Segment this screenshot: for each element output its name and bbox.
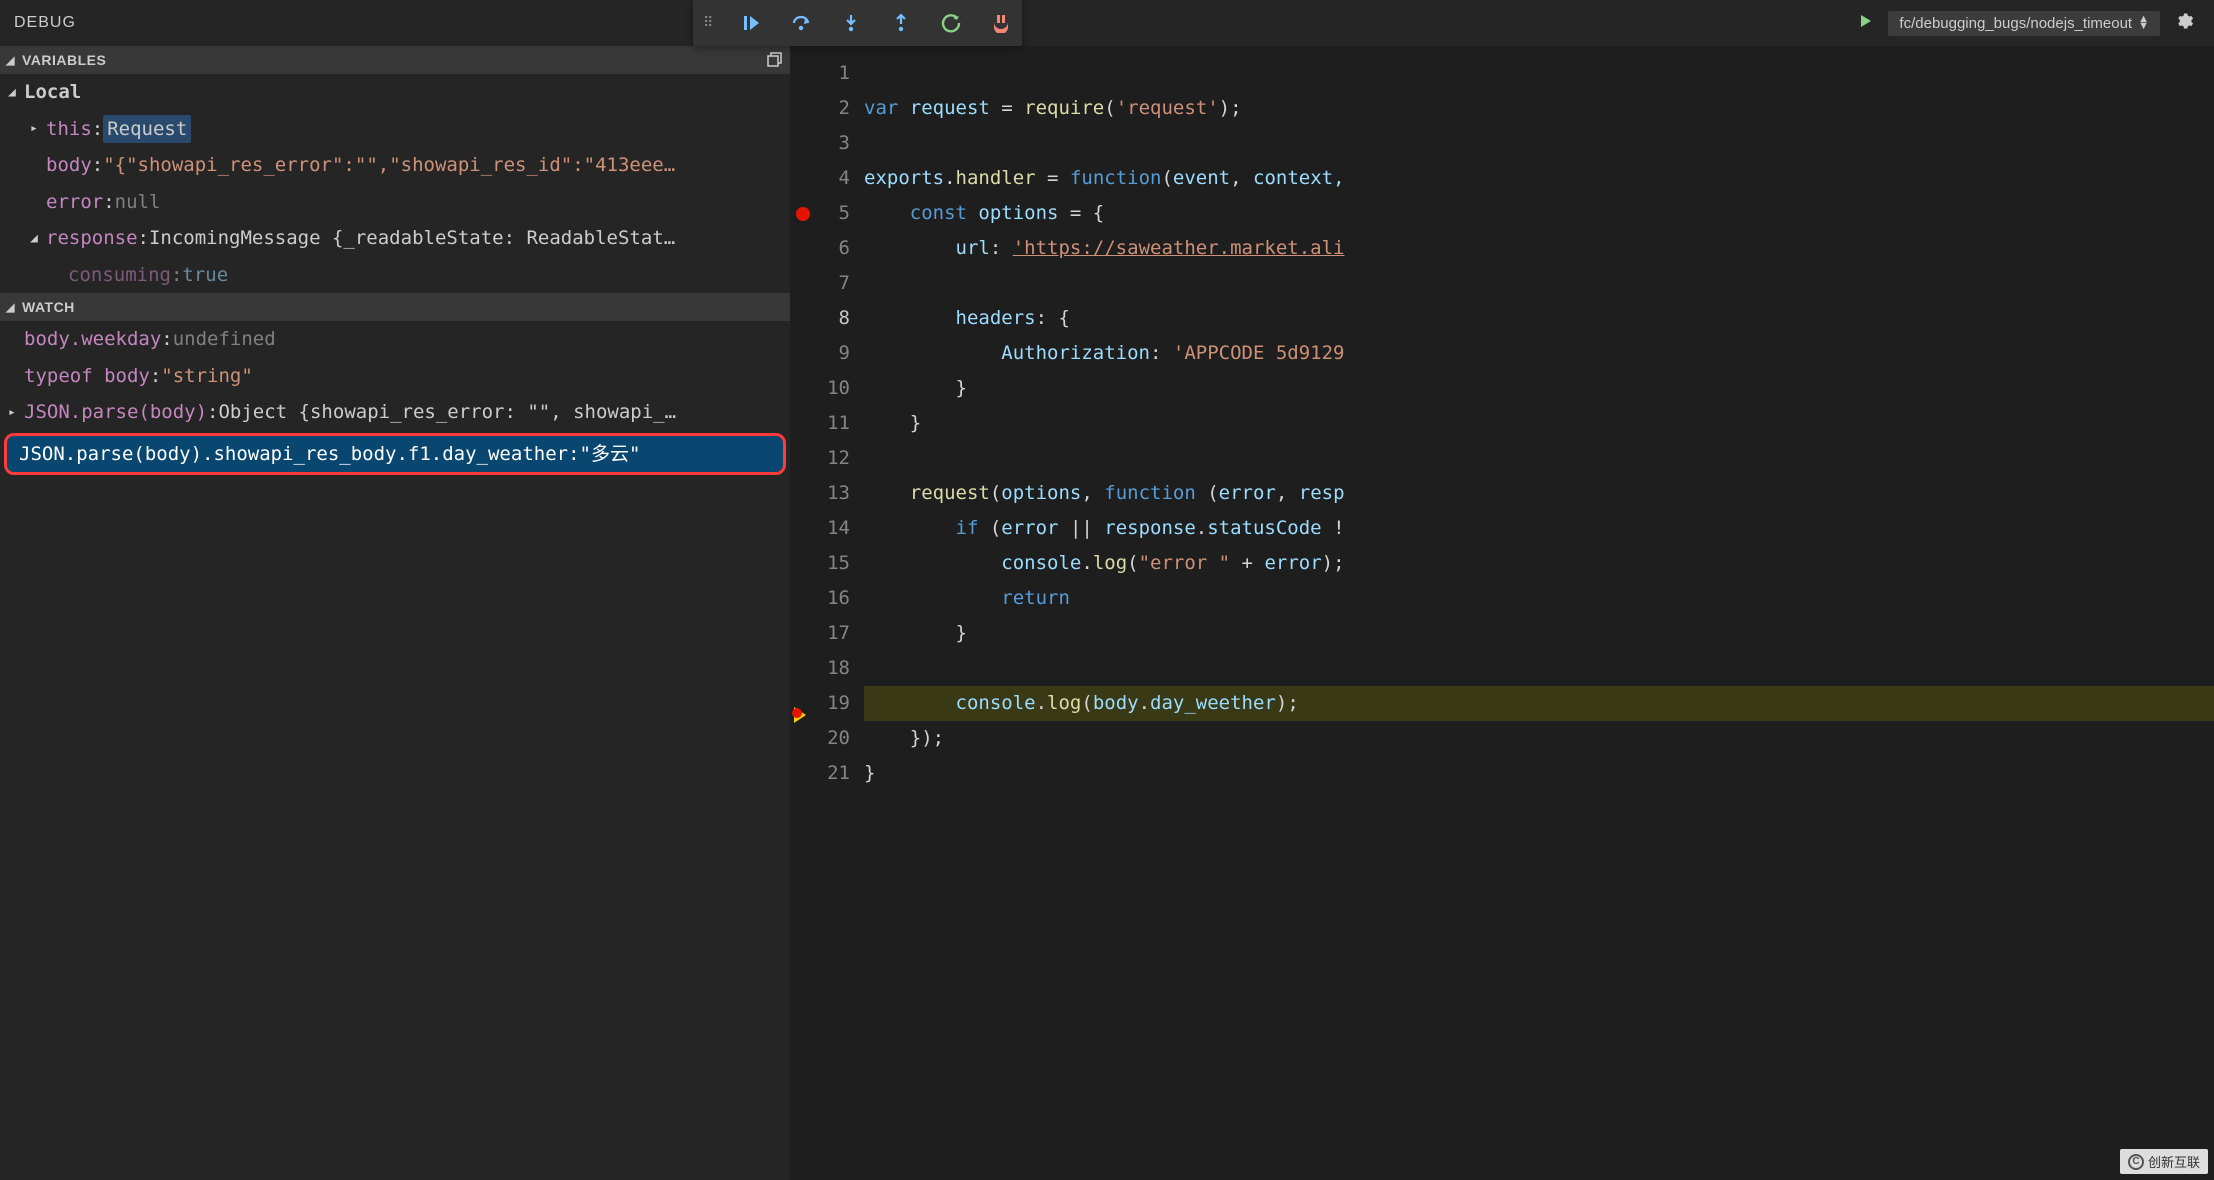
debug-config-select[interactable]: fc/debugging_bugs/nodejs_timeout ▲▼: [1888, 11, 2160, 36]
variable-row[interactable]: consuming: true: [0, 257, 790, 294]
chevron-down-icon: ◢: [6, 54, 18, 67]
watch-value: Object {showapi_res_error: "", showapi_…: [218, 398, 676, 427]
debug-title: DEBUG: [14, 14, 76, 32]
variable-value: true: [182, 261, 228, 290]
watch-section-header[interactable]: ◢ WATCH: [0, 293, 790, 321]
select-updown-icon: ▲▼: [2138, 16, 2149, 29]
scope-name: Local: [24, 78, 81, 107]
watch-value: "string": [161, 362, 253, 391]
variable-row[interactable]: error: null: [0, 184, 790, 221]
watch-row[interactable]: body.weekday: undefined: [0, 321, 790, 358]
continue-button[interactable]: [740, 12, 762, 34]
watch-value: undefined: [173, 325, 276, 354]
watch-row-selected[interactable]: JSON.parse(body).showapi_res_body.f1.day…: [4, 433, 786, 476]
variable-value: Request: [103, 115, 191, 144]
step-over-button[interactable]: [790, 12, 812, 34]
chevron-right-icon: ▸: [8, 403, 24, 423]
variable-value: IncomingMessage {_readableState: Readabl…: [149, 224, 675, 253]
watch-row[interactable]: ▸ JSON.parse(body): Object {showapi_res_…: [0, 394, 790, 431]
variables-title: VARIABLES: [22, 52, 106, 68]
variables-tree: ◢ Local ▸ this: Request body: "{"showapi…: [0, 74, 790, 293]
watch-tree: body.weekday: undefined typeof body: "st…: [0, 321, 790, 1180]
watermark: C 创新互联: [2120, 1149, 2208, 1174]
variable-row[interactable]: ◢ response: IncomingMessage {_readableSt…: [0, 220, 790, 257]
watch-title: WATCH: [22, 299, 75, 315]
current-execution-icon: [794, 707, 806, 723]
variable-row[interactable]: body: "{"showapi_res_error":"","showapi_…: [0, 147, 790, 184]
chevron-down-icon: ◢: [8, 83, 24, 103]
breakpoint-gutter[interactable]: [790, 46, 816, 1180]
restart-button[interactable]: [940, 12, 962, 34]
variables-section-header[interactable]: ◢ VARIABLES: [0, 46, 790, 74]
watch-value: "多云": [580, 440, 641, 469]
watch-row[interactable]: typeof body: "string": [0, 358, 790, 395]
gear-icon[interactable]: [2168, 11, 2200, 36]
chevron-down-icon: ◢: [6, 301, 18, 314]
chevron-down-icon: ◢: [30, 229, 46, 249]
start-debug-button[interactable]: [1852, 13, 1880, 34]
variable-row[interactable]: ▸ this: Request: [0, 111, 790, 148]
step-into-button[interactable]: [840, 12, 862, 34]
breakpoint-icon[interactable]: [796, 207, 810, 221]
scope-local[interactable]: ◢ Local: [0, 74, 790, 111]
watermark-icon: C: [2128, 1154, 2144, 1170]
line-numbers: 1234567 8 9101112131415 161718192021: [816, 46, 864, 1180]
code-editor[interactable]: 1234567 8 9101112131415 161718192021 var…: [790, 46, 2214, 1180]
debug-config-name: fc/debugging_bugs/nodejs_timeout: [1899, 15, 2132, 32]
debug-topbar: DEBUG fc/debugging_bugs/nodejs_timeout ▲…: [0, 0, 2214, 46]
variable-value: null: [115, 188, 161, 217]
step-out-button[interactable]: [890, 12, 912, 34]
variable-value: "{"showapi_res_error":"","showapi_res_id…: [103, 151, 675, 180]
debug-controls-toolbar: ⠿: [693, 0, 1022, 46]
code-content[interactable]: var request = require('request'); export…: [864, 46, 2214, 1180]
chevron-right-icon: ▸: [30, 119, 46, 139]
drag-handle-icon[interactable]: ⠿: [703, 15, 712, 31]
collapse-all-icon[interactable]: [766, 50, 784, 71]
disconnect-button[interactable]: [990, 12, 1012, 34]
debug-sidebar: ◢ VARIABLES ◢ Local ▸ this: Request: [0, 46, 790, 1180]
